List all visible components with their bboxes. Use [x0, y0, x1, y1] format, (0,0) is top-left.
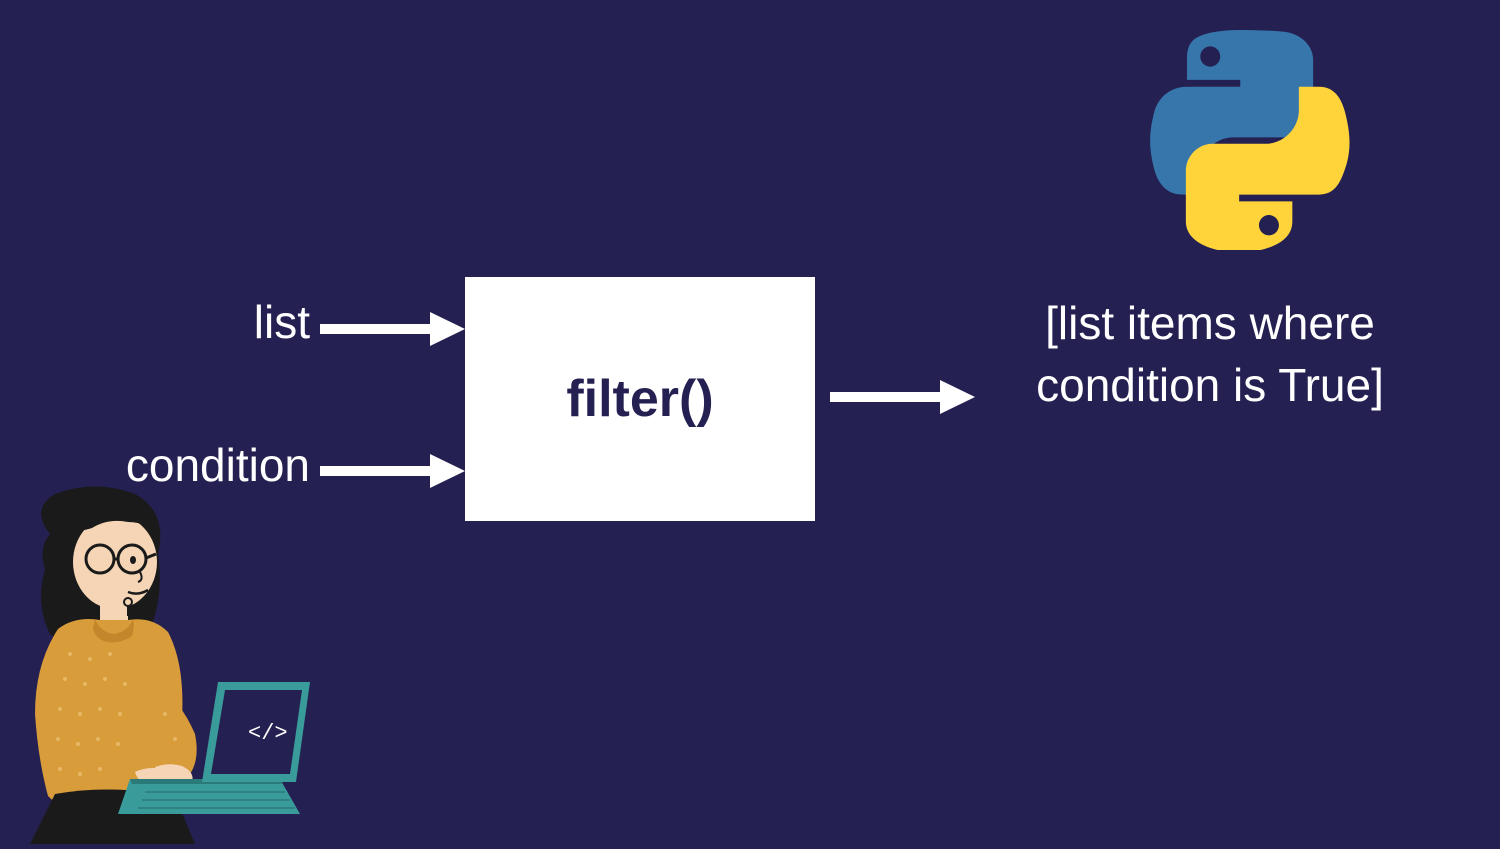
filter-function-box: filter()	[465, 277, 815, 521]
arrow-list-icon	[320, 310, 465, 353]
person-with-laptop-icon: </>	[0, 484, 320, 844]
python-logo-icon	[1130, 30, 1350, 250]
output-description: [list items where condition is True]	[990, 292, 1430, 416]
filter-function-label: filter()	[566, 369, 713, 429]
arrow-condition-icon	[320, 452, 465, 495]
input-list-label: list	[120, 295, 310, 349]
svg-text:</>: </>	[248, 721, 288, 746]
arrow-output-icon	[830, 378, 975, 421]
